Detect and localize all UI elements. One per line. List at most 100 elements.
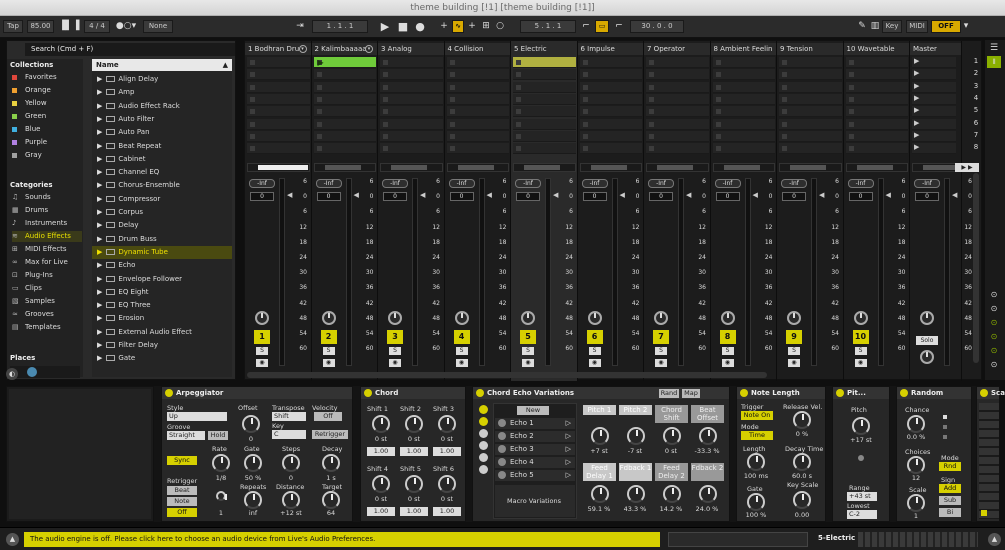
scene-launch-icon[interactable]: ▶ bbox=[914, 131, 919, 139]
stop-button-icon[interactable] bbox=[449, 121, 455, 127]
category-item[interactable]: ♫ Sounds bbox=[12, 192, 51, 203]
volume-readout[interactable]: -Inf bbox=[448, 179, 475, 188]
stop-button-icon[interactable] bbox=[649, 121, 654, 127]
solo-cue-button[interactable]: Solo bbox=[916, 336, 938, 345]
clip-slot[interactable] bbox=[513, 93, 576, 105]
name-column-header[interactable]: Name ▲ bbox=[92, 59, 232, 71]
scene-launch-icon[interactable]: ▶ bbox=[914, 106, 919, 114]
clip-slot[interactable] bbox=[779, 69, 842, 81]
track-activator[interactable]: 10 bbox=[852, 330, 869, 344]
pan-knob[interactable] bbox=[521, 311, 535, 325]
beat-button[interactable]: Beat bbox=[167, 486, 197, 495]
scene-number[interactable]: 8 bbox=[971, 143, 981, 151]
arm-icon[interactable]: ◉ bbox=[522, 359, 534, 367]
solo-button[interactable]: S bbox=[854, 347, 867, 355]
collection-item[interactable]: Favorites bbox=[12, 72, 57, 83]
stop-button-icon[interactable] bbox=[848, 121, 854, 127]
stop-button-icon[interactable] bbox=[316, 121, 322, 127]
echo-param-knob[interactable] bbox=[627, 427, 645, 445]
stop-button-icon[interactable] bbox=[649, 96, 654, 102]
clip-slot[interactable]: ▶ bbox=[912, 57, 956, 68]
overdub-icon[interactable]: + bbox=[438, 20, 450, 33]
clip-slot[interactable] bbox=[380, 130, 443, 142]
launch-arrow-icon[interactable]: ▷ bbox=[566, 444, 571, 455]
solo-button[interactable]: S bbox=[788, 347, 800, 355]
solo-button[interactable]: S bbox=[322, 347, 335, 355]
clip-slot[interactable] bbox=[779, 57, 842, 68]
expand-arrow-icon[interactable]: ▶ bbox=[97, 275, 102, 283]
echo-variation-item[interactable]: Echo 2 ▷ bbox=[495, 431, 575, 442]
arpeggiator-title[interactable]: Arpeggiator bbox=[162, 387, 352, 399]
clip-slot[interactable] bbox=[712, 143, 775, 155]
category-item[interactable]: ⊡ Plug-Ins bbox=[12, 270, 53, 281]
clip-slot[interactable] bbox=[712, 81, 775, 93]
clip-slot[interactable] bbox=[446, 106, 509, 118]
key-select[interactable]: C bbox=[272, 430, 306, 439]
solo-button[interactable]: S bbox=[256, 347, 268, 355]
cue-volume-knob[interactable] bbox=[920, 350, 934, 364]
stop-button-icon[interactable] bbox=[848, 109, 854, 115]
track-activator[interactable]: 7 bbox=[653, 330, 669, 344]
pan-knob[interactable] bbox=[787, 311, 801, 325]
arrangement-position[interactable]: 1 . 1 . 1 bbox=[312, 20, 368, 33]
clip-slot[interactable] bbox=[845, 118, 908, 130]
stop-button-icon[interactable] bbox=[782, 72, 787, 78]
browser-item[interactable]: ▶ EQ Three bbox=[92, 299, 232, 312]
clip-slot[interactable] bbox=[646, 93, 709, 105]
stop-button-icon[interactable] bbox=[250, 133, 255, 139]
clip-slot[interactable] bbox=[247, 130, 310, 142]
clip-slot[interactable] bbox=[779, 143, 842, 155]
stop-button-icon[interactable] bbox=[782, 60, 787, 65]
browser-item[interactable]: ▶ Corpus bbox=[92, 206, 232, 219]
scene-number[interactable]: 4 bbox=[971, 94, 981, 102]
clip-slot[interactable]: ▶ bbox=[912, 118, 956, 130]
arm-icon[interactable]: ◉ bbox=[788, 359, 800, 367]
browser-item[interactable]: ▶ Auto Filter bbox=[92, 113, 232, 126]
clip-slot[interactable] bbox=[247, 106, 310, 118]
chance-knob[interactable] bbox=[907, 415, 925, 433]
clip-slot[interactable]: ▶ bbox=[912, 69, 956, 81]
clip-slot[interactable] bbox=[247, 57, 310, 68]
echo-variation-item[interactable]: Echo 5 ▷ bbox=[495, 470, 575, 481]
up-arrow-icon[interactable]: ▲ bbox=[6, 533, 19, 546]
stop-button-icon[interactable] bbox=[383, 60, 388, 65]
sends-icon[interactable]: ⊙ bbox=[987, 302, 1001, 314]
groove-select[interactable]: Straight bbox=[167, 431, 205, 440]
clip-slot[interactable] bbox=[446, 69, 509, 81]
clip-stop-row[interactable] bbox=[646, 163, 709, 172]
shift-knob[interactable] bbox=[405, 475, 423, 493]
clip-slot[interactable] bbox=[313, 143, 376, 155]
stop-button-icon[interactable] bbox=[250, 146, 255, 152]
midi-map-button[interactable]: MIDI bbox=[906, 20, 928, 33]
velocity-field[interactable]: 1.00 bbox=[400, 507, 428, 516]
pan-readout[interactable]: 0 bbox=[782, 192, 806, 201]
volume-readout[interactable]: -Inf bbox=[714, 179, 741, 188]
scale-title[interactable]: Scal bbox=[977, 387, 1005, 399]
stop-button-icon[interactable] bbox=[250, 96, 255, 102]
launch-arrow-icon[interactable]: ▷ bbox=[566, 418, 571, 429]
stop-button-icon[interactable] bbox=[516, 121, 521, 127]
pan-readout[interactable]: 0 bbox=[848, 192, 873, 201]
metronome-icon[interactable]: ●○▾ bbox=[114, 20, 138, 33]
clip-slot[interactable] bbox=[313, 69, 376, 81]
velocity-field[interactable]: 1.00 bbox=[433, 507, 461, 516]
stop-button-icon[interactable] bbox=[316, 109, 322, 115]
stop-button-icon[interactable] bbox=[449, 96, 455, 102]
clip-slot[interactable] bbox=[845, 57, 908, 68]
clip-slot[interactable] bbox=[247, 118, 310, 130]
stop-button-icon[interactable] bbox=[383, 72, 388, 78]
clip-stop-row[interactable] bbox=[247, 163, 310, 172]
clip-slot[interactable] bbox=[579, 106, 642, 118]
clip-slot[interactable] bbox=[646, 106, 709, 118]
track-header[interactable]: 10 Wavetable bbox=[843, 43, 909, 55]
stop-button-icon[interactable] bbox=[848, 146, 854, 152]
status-message[interactable]: The audio engine is off. Please click he… bbox=[24, 532, 660, 547]
stop-button-icon[interactable] bbox=[449, 60, 455, 65]
stop-button-icon[interactable] bbox=[449, 109, 455, 115]
expand-arrow-icon[interactable]: ▶ bbox=[97, 208, 102, 216]
stop-button-icon[interactable] bbox=[715, 133, 721, 139]
stop-button-icon[interactable] bbox=[316, 96, 322, 102]
distance-knob[interactable] bbox=[282, 491, 300, 509]
scene-launch-icon[interactable]: ▶ bbox=[914, 94, 919, 102]
key-map-button[interactable]: Key bbox=[882, 20, 902, 33]
